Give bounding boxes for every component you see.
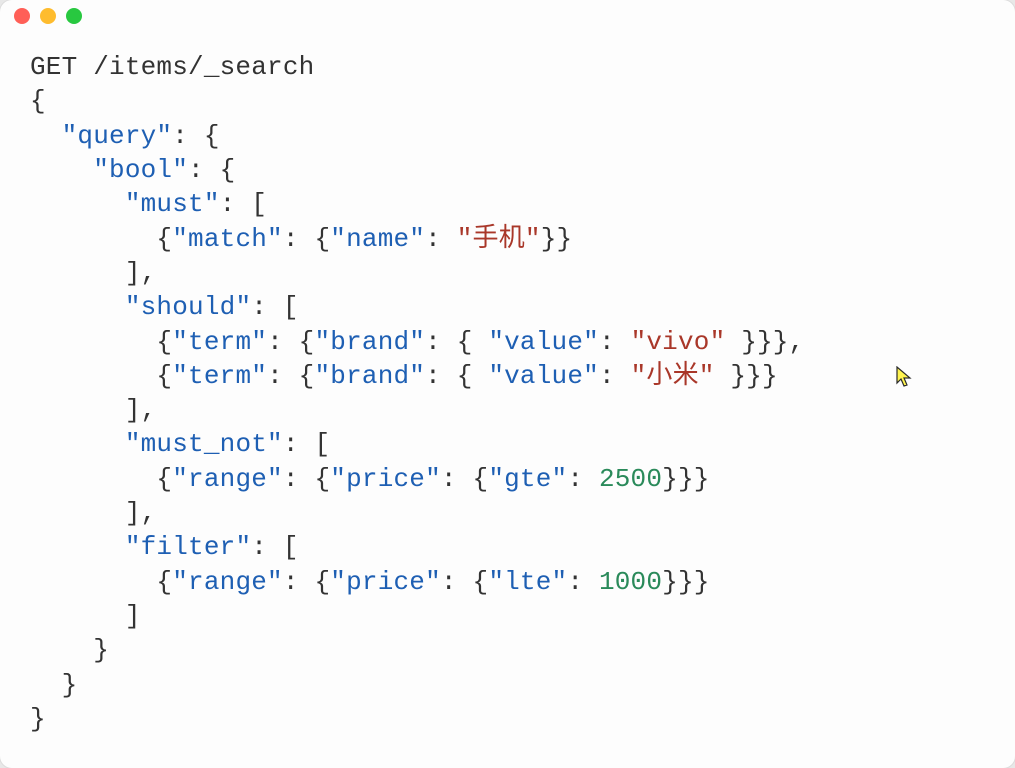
- app-window: GET /items/_search { "query": { "bool": …: [0, 0, 1015, 768]
- brace: }}}: [662, 464, 709, 494]
- json-key-brand: "brand": [314, 327, 425, 357]
- bracket: ],: [125, 395, 157, 425]
- brace: {: [30, 86, 46, 116]
- brace: }: [62, 670, 78, 700]
- brace: }}: [541, 224, 573, 254]
- json-key-mustnot: "must_not": [125, 429, 283, 459]
- json-key-range: "range": [172, 567, 283, 597]
- punct: : [: [251, 532, 298, 562]
- json-key-filter: "filter": [125, 532, 251, 562]
- json-key-value: "value": [488, 327, 599, 357]
- punct: : [: [220, 189, 267, 219]
- code-editor[interactable]: GET /items/_search { "query": { "bool": …: [0, 32, 1015, 754]
- punct: :: [425, 224, 457, 254]
- punct: :: [441, 567, 473, 597]
- punct: :: [567, 464, 599, 494]
- punct: :: [283, 224, 315, 254]
- brace: {: [156, 464, 172, 494]
- brace: {: [314, 567, 330, 597]
- json-key-gte: "gte": [488, 464, 567, 494]
- punct: :: [599, 361, 631, 391]
- punct: :: [283, 464, 315, 494]
- json-value-gte: 2500: [599, 464, 662, 494]
- punct: : [: [283, 429, 330, 459]
- punct: : {: [188, 155, 235, 185]
- brace: }}}: [715, 361, 778, 391]
- brace: {: [156, 224, 172, 254]
- window-minimize-button[interactable]: [40, 8, 56, 24]
- json-key-price: "price": [330, 567, 441, 597]
- punct: :: [425, 327, 457, 357]
- bracket: ],: [125, 498, 157, 528]
- brace: {: [156, 567, 172, 597]
- punct: :: [267, 327, 299, 357]
- brace: }}},: [725, 327, 804, 357]
- json-key-value: "value": [488, 361, 599, 391]
- json-value-name: "手机": [457, 224, 541, 254]
- brace: {: [457, 361, 489, 391]
- brace: }: [93, 635, 109, 665]
- json-key-price: "price": [330, 464, 441, 494]
- brace: {: [473, 464, 489, 494]
- brace: {: [314, 464, 330, 494]
- punct: :: [567, 567, 599, 597]
- json-key-match: "match": [172, 224, 283, 254]
- json-key-query: "query": [62, 121, 173, 151]
- brace: {: [473, 567, 489, 597]
- json-key-name: "name": [330, 224, 425, 254]
- json-key-must: "must": [125, 189, 220, 219]
- punct: :: [599, 327, 631, 357]
- json-value-brand1: "vivo": [631, 327, 726, 357]
- json-key-range: "range": [172, 464, 283, 494]
- json-key-term: "term": [172, 361, 267, 391]
- punct: :: [425, 361, 457, 391]
- window-maximize-button[interactable]: [66, 8, 82, 24]
- window-titlebar: [0, 0, 1015, 32]
- brace: {: [457, 327, 489, 357]
- brace: {: [314, 224, 330, 254]
- punct: : [: [251, 292, 298, 322]
- bracket: ],: [125, 258, 157, 288]
- request-line: GET /items/_search: [30, 52, 314, 82]
- bracket: ]: [125, 601, 141, 631]
- json-key-brand: "brand": [314, 361, 425, 391]
- brace: }}}: [662, 567, 709, 597]
- punct: :: [267, 361, 299, 391]
- json-key-should: "should": [125, 292, 251, 322]
- brace: {: [299, 327, 315, 357]
- brace: {: [299, 361, 315, 391]
- json-value-lte: 1000: [599, 567, 662, 597]
- punct: : {: [172, 121, 219, 151]
- brace: }: [30, 704, 46, 734]
- punct: :: [283, 567, 315, 597]
- brace: {: [156, 361, 172, 391]
- json-key-bool: "bool": [93, 155, 188, 185]
- json-key-term: "term": [172, 327, 267, 357]
- brace: {: [156, 327, 172, 357]
- json-value-brand2: "小米": [631, 361, 715, 391]
- window-close-button[interactable]: [14, 8, 30, 24]
- punct: :: [441, 464, 473, 494]
- json-key-lte: "lte": [488, 567, 567, 597]
